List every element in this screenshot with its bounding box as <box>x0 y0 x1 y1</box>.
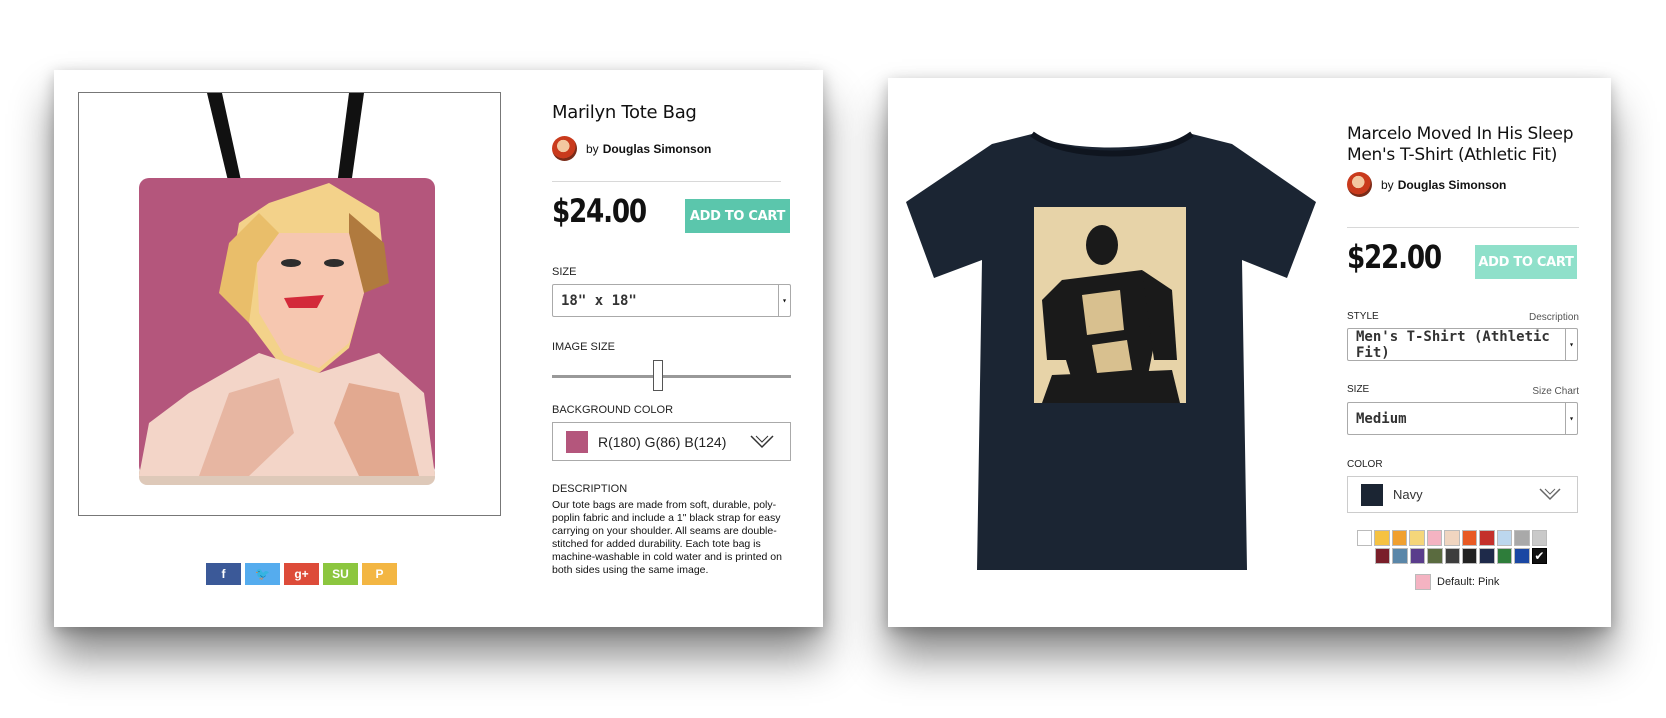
artist-avatar[interactable] <box>552 136 577 161</box>
color-swatch-option[interactable] <box>1496 530 1513 546</box>
pinterest-share-icon[interactable]: P <box>362 563 397 585</box>
tshirt-image[interactable] <box>902 130 1320 570</box>
default-color-swatch <box>1415 574 1431 590</box>
color-swatch-option[interactable] <box>1427 548 1443 564</box>
size-label: SIZE <box>552 266 577 278</box>
by-label: by <box>1381 177 1394 192</box>
color-picker[interactable]: Navy <box>1347 476 1578 513</box>
description-text: Our tote bags are made from soft, durabl… <box>552 499 782 576</box>
color-swatch-option[interactable] <box>1357 530 1373 546</box>
color-swatch <box>1361 483 1383 506</box>
product-title-line1: Marcelo Moved In His Sleep <box>1347 124 1574 144</box>
price: $22.00 <box>1347 238 1442 276</box>
chevron-down-icon: ▾ <box>778 285 790 316</box>
add-to-cart-button[interactable]: ADD TO CART <box>1475 245 1577 279</box>
artist-byline: by Douglas Simonson <box>1347 172 1506 197</box>
color-swatch-option[interactable] <box>1479 530 1495 546</box>
style-label: STYLE <box>1347 311 1379 322</box>
color-swatch-option[interactable] <box>1374 530 1390 546</box>
google-plus-share-icon[interactable]: g+ <box>284 563 319 585</box>
product-title-line2: Men's T-Shirt (Athletic Fit) <box>1347 145 1558 165</box>
color-swatch <box>566 430 588 453</box>
color-swatch-option[interactable] <box>1531 530 1547 546</box>
chevron-down-icon: ▾ <box>1565 329 1577 360</box>
product-title: Marilyn Tote Bag <box>552 102 697 123</box>
color-value: Navy <box>1393 487 1423 502</box>
tote-bag-image[interactable] <box>79 93 500 515</box>
description-label: DESCRIPTION <box>552 483 628 495</box>
divider <box>1347 227 1579 228</box>
twitter-share-icon[interactable]: 🐦 <box>245 563 280 585</box>
stumbleupon-share-icon[interactable]: SU <box>323 563 358 585</box>
color-swatch-option[interactable]: ✔ <box>1531 548 1548 564</box>
tshirt-product-card: Marcelo Moved In His Sleep Men's T-Shirt… <box>888 78 1611 627</box>
image-size-slider[interactable] <box>552 360 791 394</box>
color-swatch-option[interactable] <box>1514 548 1530 564</box>
chevron-down-icon <box>750 435 774 449</box>
swatch-row: ✔ <box>1375 548 1548 564</box>
color-swatch-option[interactable] <box>1409 530 1425 546</box>
color-swatch-option[interactable] <box>1426 530 1443 546</box>
checkmark-icon: ✔ <box>1534 549 1545 563</box>
background-color-picker[interactable]: R(180) G(86) B(124) <box>552 422 791 461</box>
color-swatch-option[interactable] <box>1375 548 1391 564</box>
color-label: COLOR <box>1347 459 1383 470</box>
slider-track <box>552 375 791 378</box>
artist-name-link[interactable]: Douglas Simonson <box>1398 178 1507 192</box>
chevron-down-icon: ▾ <box>1565 403 1577 434</box>
slider-handle[interactable] <box>652 360 663 391</box>
size-select[interactable]: 18" x 18" ▾ <box>552 284 791 317</box>
size-select[interactable]: Medium ▾ <box>1347 402 1578 435</box>
style-value: Men's T-Shirt (Athletic Fit) <box>1356 328 1550 361</box>
tote-product-card: f 🐦 g+ SU P Marilyn Tote Bag by Douglas … <box>54 70 823 627</box>
image-size-label: IMAGE SIZE <box>552 341 615 353</box>
style-select[interactable]: Men's T-Shirt (Athletic Fit) ▾ <box>1347 328 1578 361</box>
color-swatch-option[interactable] <box>1462 548 1478 564</box>
color-swatch-option[interactable] <box>1391 530 1408 546</box>
default-color-indicator: Default: Pink <box>1415 574 1499 590</box>
artist-name-link[interactable]: Douglas Simonson <box>603 142 712 156</box>
tote-image-frame <box>78 92 501 516</box>
description-link[interactable]: Description <box>1529 312 1579 323</box>
artist-avatar[interactable] <box>1347 172 1372 197</box>
default-color-label: Default: Pink <box>1437 576 1500 588</box>
size-value: Medium <box>1356 410 1407 427</box>
by-label: by <box>586 141 599 156</box>
facebook-share-icon[interactable]: f <box>206 563 241 585</box>
size-chart-link[interactable]: Size Chart <box>1532 386 1579 397</box>
color-swatch-option[interactable] <box>1444 548 1461 564</box>
size-value: 18" x 18" <box>561 292 637 309</box>
color-swatch-option[interactable] <box>1409 548 1426 564</box>
color-swatch-option[interactable] <box>1479 548 1495 564</box>
color-swatch-grid: ✔ <box>1357 530 1548 564</box>
swatch-row <box>1357 530 1547 546</box>
artist-byline: by Douglas Simonson <box>552 136 711 161</box>
color-swatch-option[interactable] <box>1461 530 1478 546</box>
color-swatch-option[interactable] <box>1392 548 1408 564</box>
background-color-label: BACKGROUND COLOR <box>552 404 674 416</box>
divider <box>552 181 781 182</box>
background-color-value: R(180) G(86) B(124) <box>598 433 727 450</box>
price: $24.00 <box>552 192 647 230</box>
product-title: Marcelo Moved In His Sleep Men's T-Shirt… <box>1347 124 1574 166</box>
size-label: SIZE <box>1347 384 1370 395</box>
color-swatch-option[interactable] <box>1444 530 1460 546</box>
color-swatch-option[interactable] <box>1514 530 1530 546</box>
chevron-down-icon <box>1539 488 1561 501</box>
color-swatch-option[interactable] <box>1496 548 1513 564</box>
add-to-cart-button[interactable]: ADD TO CART <box>685 199 790 233</box>
